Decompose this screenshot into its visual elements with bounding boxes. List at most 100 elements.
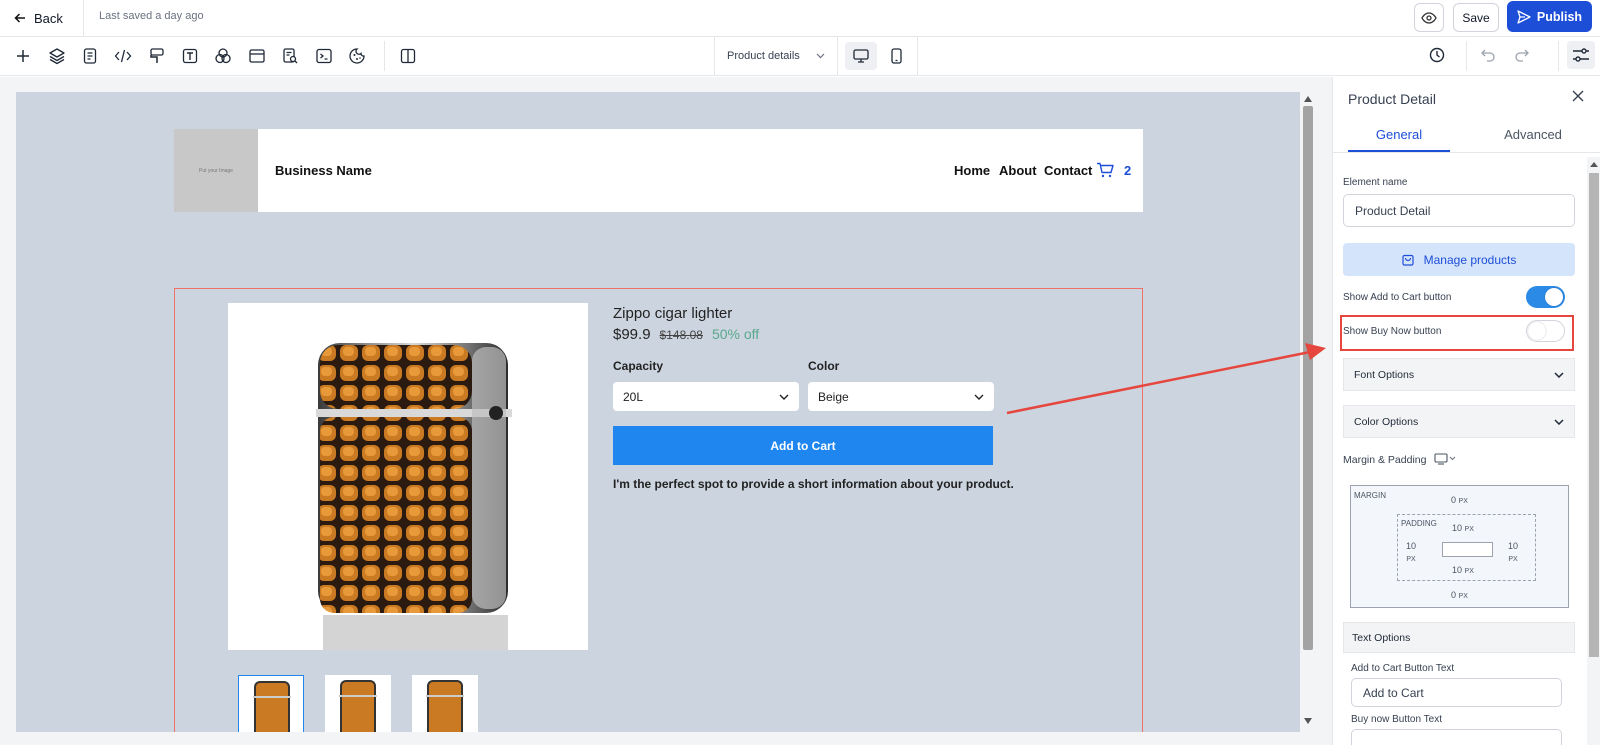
history-icon[interactable] [1428,46,1446,64]
nav-link-contact[interactable]: Contact [1044,163,1092,178]
tab-advanced[interactable]: Advanced [1483,122,1583,152]
manage-products-label: Manage products [1423,252,1517,267]
tab-general[interactable]: General [1348,122,1450,152]
color-value: Beige [818,389,849,404]
text-icon[interactable] [181,47,199,65]
text-options-header[interactable]: Text Options [1343,622,1575,653]
panel-title: Product Detail [1348,91,1436,107]
panel-divider [1333,152,1600,153]
element-name-input[interactable]: Product Detail [1343,194,1575,227]
business-name[interactable]: Business Name [275,163,372,178]
color-options-accordion[interactable]: Color Options [1343,405,1575,438]
toolbar-divider [1466,41,1467,71]
desktop-view-button[interactable] [845,42,877,70]
color-label: Color [808,359,840,373]
settings-toggle-button[interactable] [1567,41,1595,69]
scroll-up-icon[interactable] [1304,96,1312,102]
color-select[interactable]: Beige [808,382,994,411]
mobile-view-button[interactable] [882,42,910,70]
capacity-value: 20L [623,389,644,404]
product-main-image[interactable] [228,303,588,650]
text-options-body: Add to Cart Button Text Add to Cart Buy … [1343,653,1575,745]
page-canvas[interactable]: Put your Image Business Name Home About … [16,92,1300,732]
product-title[interactable]: Zippo cigar lighter [613,305,732,322]
font-options-label: Font Options [1354,368,1415,381]
nav-link-home[interactable]: Home [954,163,990,178]
cart-count: 2 [1124,162,1132,178]
product-thumbnail[interactable] [412,675,478,732]
padding-bottom-value[interactable]: 10 PX [1452,565,1474,575]
padding-label: PADDING [1401,519,1437,528]
padding-editor: PADDING 10 PX 10 PX 10 PX 10 PX [1397,514,1536,581]
page-select[interactable]: Product details [714,37,838,75]
discount-badge: 50% off [711,326,760,342]
pages-icon[interactable] [81,47,99,65]
scroll-down-icon[interactable] [1304,718,1312,724]
content-box [1442,542,1493,557]
colors-icon[interactable] [214,47,232,65]
redo-icon[interactable] [1514,47,1530,63]
scroll-up-icon[interactable] [1590,162,1598,167]
nav-link-about[interactable]: About [999,163,1037,178]
capacity-label: Capacity [613,359,664,373]
close-icon[interactable] [1571,89,1585,103]
device-switcher [838,37,918,75]
cart-link[interactable]: 2 [1096,162,1131,178]
undo-icon[interactable] [1480,47,1496,63]
code-icon[interactable] [114,47,132,65]
product-description[interactable]: I'm the perfect spot to provide a short … [613,477,1014,491]
font-options-accordion[interactable]: Font Options [1343,358,1575,391]
desktop-icon[interactable] [1434,453,1456,465]
margin-editor: MARGIN 0 PX PADDING 10 PX 10 PX 10 PX 10 P… [1350,485,1569,608]
buy-now-text-input[interactable] [1351,729,1562,745]
lighter-image [316,343,512,650]
cookie-icon[interactable] [348,47,366,65]
add-to-cart-text-label: Add to Cart Button Text [1351,663,1455,674]
product-thumbnail[interactable] [238,675,304,732]
padding-top-value[interactable]: 10 PX [1452,523,1474,533]
shopping-bag-icon [1402,254,1414,266]
show-buy-now-toggle[interactable] [1526,320,1565,342]
layers-icon[interactable] [48,47,66,65]
toolbar-divider [384,41,385,71]
site-header[interactable]: Put your Image Business Name Home About … [174,129,1143,212]
publish-label: Publish [1536,9,1583,24]
padding-right-value[interactable]: 10 PX [1508,540,1518,566]
color-options-label: Color Options [1354,415,1419,428]
canvas-scroll-thumb[interactable] [1303,106,1313,650]
sliders-icon [1572,47,1590,63]
panel-scroll-thumb[interactable] [1589,173,1599,657]
add-to-cart-button[interactable]: Add to Cart [613,426,993,465]
publish-button[interactable]: Publish [1507,1,1592,32]
manage-products-button[interactable]: Manage products [1343,243,1575,276]
back-button[interactable]: Back [0,0,84,36]
chevron-down-icon [779,394,789,400]
margin-top-value[interactable]: 0 PX [1451,495,1468,505]
logo-placeholder[interactable]: Put your Image [174,129,258,212]
preview-button[interactable] [1414,3,1444,32]
add-to-cart-text-input[interactable]: Add to Cart [1351,678,1562,707]
show-add-to-cart-toggle[interactable] [1526,286,1565,308]
mobile-icon [890,48,902,64]
layout-icon[interactable] [248,47,266,65]
buy-now-text-label: Buy now Button Text [1351,714,1442,725]
paint-icon[interactable] [148,47,166,65]
margin-padding-label: Margin & Padding [1343,454,1427,466]
arrow-left-icon [14,12,26,24]
save-button[interactable]: Save [1453,3,1499,32]
text-options-section: Text Options Add to Cart Button Text Add… [1343,622,1575,745]
chevron-down-icon [816,53,825,59]
panel-scrollbar[interactable] [1587,157,1600,745]
canvas-scrollbar[interactable] [1300,92,1316,732]
send-icon [1517,9,1531,24]
margin-bottom-value[interactable]: 0 PX [1451,590,1468,600]
split-view-icon[interactable] [399,47,417,65]
chevron-down-icon [1554,371,1564,378]
terminal-icon[interactable] [315,47,333,65]
add-icon[interactable] [14,47,32,65]
back-label: Back [34,10,63,26]
capacity-select[interactable]: 20L [613,382,799,411]
seo-icon[interactable] [281,47,299,65]
product-thumbnail[interactable] [325,675,391,732]
padding-left-value[interactable]: 10 PX [1406,540,1416,566]
